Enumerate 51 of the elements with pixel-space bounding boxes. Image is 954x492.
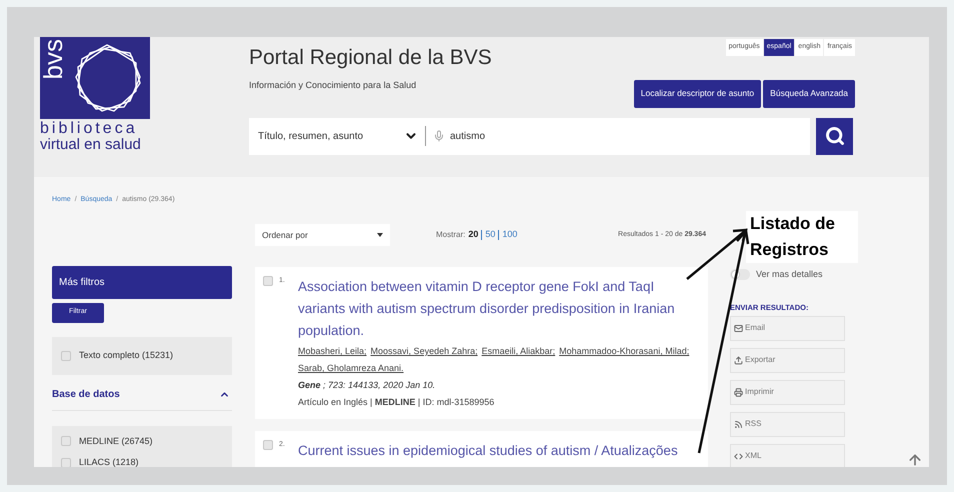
result-meta: Artículo en Inglés | MEDLINE | ID: mdl-31589956 [298,396,496,409]
send-button[interactable]: RSS [730,412,845,437]
author-link[interactable]: Moossavi, Seyedeh Zahra; [370,343,478,360]
author-link[interactable]: Mobasheri, Leila; [298,343,367,360]
search-icon [824,126,844,146]
page-size-link[interactable]: 100 [502,228,518,242]
annotation-label: Listado de Registros [746,211,858,263]
logo-text: biblioteca [40,121,139,137]
journal-citation: Gene ; 723: 144133, 2020 Jan 10. [298,379,436,392]
email-icon [734,324,743,333]
logo-text: virtual en salud [40,137,142,153]
filter-label: MEDLINE (26745) [79,434,153,448]
logo-mark: bvs [40,39,66,80]
xml-icon [734,452,743,461]
search-scope: Título, resumen, asunto [258,130,364,144]
author-link[interactable]: Sarab, Gholamreza Anani. [298,360,404,377]
site-subtitle: Información y Conocimiento para la Salud [249,79,418,92]
send-button[interactable]: Exportar [730,348,845,373]
search-query: autismo [450,130,486,144]
checkbox[interactable] [61,436,71,446]
filter-label: Texto completo (15231) [79,348,174,362]
print-icon [734,388,743,397]
site-title: Portal Regional de la BVS [249,45,492,71]
sort-select[interactable]: Ordenar por [255,224,390,246]
toggle-label: Ver mas detalles [756,268,823,281]
search-field[interactable]: Título, resumen, asunto autismo [249,118,810,154]
dropdown-arrow-icon [377,233,383,237]
send-button[interactable]: Imprimir [730,380,845,405]
author-link[interactable]: Esmaeili, Aliakbar; [482,343,556,360]
search-button[interactable] [816,118,853,154]
send-button[interactable]: XML [730,444,845,467]
header-button[interactable]: Búsqueda Avanzada [763,80,855,108]
microphone-icon [433,130,445,142]
section-title: Base de datos [52,388,120,402]
rss-icon [734,420,743,429]
result-title[interactable]: Current issues in epidemiogical studies of autism / Atualizações [298,440,678,462]
page-size-link[interactable]: 20 [468,228,478,242]
result-title[interactable]: Association between vitamin D receptor gene FokI and TaqI variants with autism spectrum disorder predisposition in Iranian population. [298,276,700,342]
checkbox[interactable] [61,458,71,467]
filters-title: Más filtros [59,276,105,290]
checkbox[interactable] [263,440,273,450]
back-to-top-icon[interactable] [907,452,923,468]
send-button[interactable]: Email [730,316,845,341]
page-size-link[interactable]: 50 [485,228,496,242]
checkbox[interactable] [61,350,71,360]
export-icon [734,356,743,365]
author-link[interactable]: Mohammadoo-Khorasani, Milad; [559,343,690,360]
header-button[interactable]: Localizar descriptor de asunto [634,80,762,108]
filter-label: LILACS (1218) [79,456,139,467]
show-label: Mostrar: [436,229,466,241]
checkbox[interactable] [263,276,273,286]
